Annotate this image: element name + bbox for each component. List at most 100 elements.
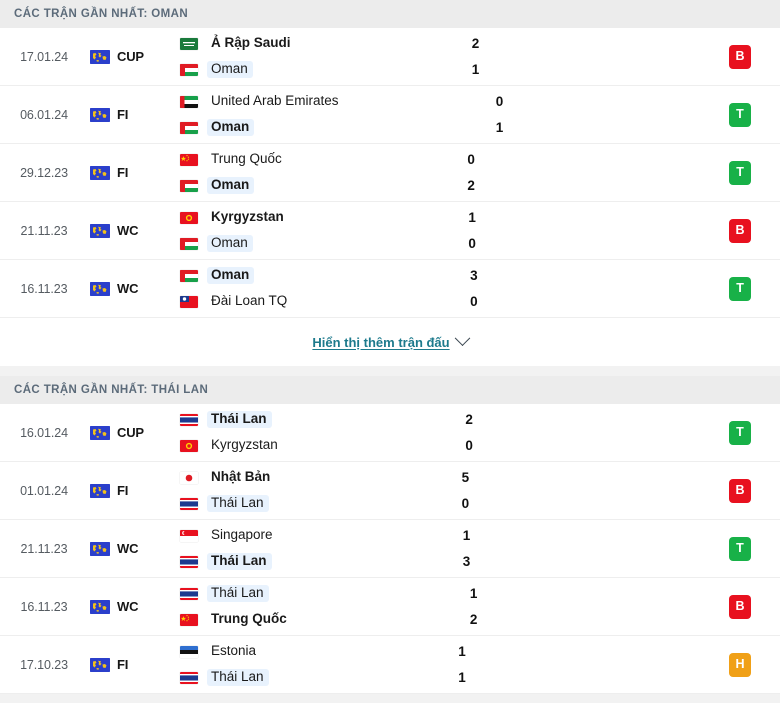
table-row[interactable]: 17.10.23 FI Estonia Thái Lan 1 1 H: [0, 636, 780, 694]
score-cell: 01: [462, 93, 582, 136]
away-team-name: Oman: [207, 177, 255, 194]
flag-icon-china: [180, 613, 198, 626]
table-row[interactable]: 16.11.23 WC Oman Đài Loan TQ 3 0 T: [0, 260, 780, 318]
home-team[interactable]: Thái Lan: [180, 411, 431, 428]
competition-cell[interactable]: FI: [88, 107, 172, 122]
recent-matches-section-thailan: CÁC TRẬN GẦN NHẤT: THÁI LAN 16.01.24 CUP …: [0, 376, 780, 694]
home-team[interactable]: Kyrgyzstan: [180, 209, 434, 226]
competition-label: WC: [117, 281, 139, 296]
world-cup-globe-icon: [90, 425, 110, 440]
world-cup-globe-icon: [90, 541, 110, 556]
home-team[interactable]: Ả Rập Saudi: [180, 35, 438, 52]
score-cell: 02: [433, 151, 553, 194]
home-team[interactable]: Singapore: [180, 527, 429, 544]
competition-label: FI: [117, 657, 129, 672]
match-date: 16.01.24: [20, 425, 68, 440]
home-team[interactable]: Thái Lan: [180, 585, 436, 602]
home-team-name: Singapore: [211, 527, 273, 542]
home-team[interactable]: Estonia: [180, 643, 424, 660]
status-badge: T: [729, 536, 751, 561]
table-row[interactable]: 17.01.24 CUP Ả Rập Saudi Oman 2 1 B: [0, 28, 780, 86]
table-row[interactable]: 29.12.23 FI Trung Quốc Oman 0 2 T: [0, 144, 780, 202]
result-cell: T: [700, 160, 780, 185]
world-cup-globe-icon: [90, 281, 110, 296]
home-team[interactable]: United Arab Emirates: [180, 93, 462, 110]
away-team-name: Đài Loan TQ: [211, 293, 288, 308]
table-row[interactable]: 16.11.23 WC Thái Lan Trung Quốc 1 2 B: [0, 578, 780, 636]
competition-cell[interactable]: WC: [88, 599, 172, 614]
match-date: 17.01.24: [20, 49, 68, 64]
flag-icon-thailand: [180, 587, 198, 600]
show-more-container: Hiển thị thêm trận đấu: [0, 318, 780, 366]
home-score: 3: [470, 268, 478, 283]
match-date: 01.01.24: [20, 483, 68, 498]
home-score: 1: [462, 528, 471, 543]
flag-icon-thailand: [180, 413, 198, 426]
home-score: 1: [469, 586, 478, 601]
away-team-name: Thái Lan: [207, 495, 269, 512]
teams-cell: Thái Lan Trung Quốc: [172, 585, 436, 628]
away-team[interactable]: Oman: [180, 177, 433, 194]
flag-icon-oman: [180, 63, 198, 76]
home-team[interactable]: Nhật Bản: [180, 469, 428, 486]
teams-cell: Singapore Thái Lan: [172, 527, 429, 570]
competition-cell[interactable]: CUP: [88, 425, 172, 440]
competition-cell[interactable]: CUP: [88, 49, 172, 64]
teams-cell: Trung Quốc Oman: [172, 151, 433, 194]
table-row[interactable]: 16.01.24 CUP Thái Lan Kyrgyzstan 2 0 T: [0, 404, 780, 462]
home-team[interactable]: Oman: [180, 267, 436, 284]
table-row[interactable]: 21.11.23 WC Singapore Thái Lan 1 3 T: [0, 520, 780, 578]
away-team[interactable]: Thái Lan: [180, 495, 428, 512]
world-cup-globe-icon: [90, 599, 110, 614]
away-team[interactable]: Thái Lan: [180, 669, 424, 686]
away-team[interactable]: Oman: [180, 235, 434, 252]
table-row[interactable]: 06.01.24 FI United Arab Emirates Oman 0 1 T: [0, 86, 780, 144]
score-cell: 10: [434, 209, 554, 252]
home-team-name: Ả Rập Saudi: [211, 35, 291, 50]
score-cell: 50: [428, 469, 548, 512]
home-team-name: Nhật Bản: [211, 469, 271, 484]
status-badge: B: [729, 478, 752, 503]
competition-cell[interactable]: FI: [88, 657, 172, 672]
flag-icon-singapore: [180, 529, 198, 542]
flag-icon-thailand: [180, 497, 198, 510]
status-badge: B: [729, 594, 751, 619]
recent-matches-section-oman: CÁC TRẬN GẦN NHẤT: OMAN 17.01.24 CUP Ả Rậ…: [0, 0, 780, 366]
show-more-matches-link[interactable]: Hiển thị thêm trận đấu: [312, 335, 449, 350]
home-score: 0: [495, 94, 504, 109]
away-team-name: Trung Quốc: [211, 611, 287, 626]
flag-icon-thailand: [180, 671, 198, 684]
away-team[interactable]: Đài Loan TQ: [180, 293, 436, 310]
match-date: 16.11.23: [20, 599, 68, 614]
competition-label: FI: [117, 165, 129, 180]
flag-icon-thailand: [180, 555, 198, 568]
away-score: 0: [470, 294, 478, 309]
competition-label: CUP: [117, 49, 144, 64]
table-row[interactable]: 01.01.24 FI Nhật Bản Thái Lan 5 0 B: [0, 462, 780, 520]
away-team[interactable]: Kyrgyzstan: [180, 437, 431, 454]
chevron-down-icon[interactable]: [454, 329, 470, 346]
result-cell: T: [700, 276, 780, 301]
competition-cell[interactable]: FI: [88, 165, 172, 180]
away-team-name: Oman: [207, 235, 253, 252]
competition-cell[interactable]: WC: [88, 541, 172, 556]
away-team[interactable]: Trung Quốc: [180, 611, 436, 628]
match-date: 29.12.23: [20, 165, 68, 180]
home-team[interactable]: Trung Quốc: [180, 151, 433, 168]
competition-cell[interactable]: FI: [88, 483, 172, 498]
away-team[interactable]: Oman: [180, 61, 438, 78]
teams-cell: Oman Đài Loan TQ: [172, 267, 436, 310]
home-score: 2: [471, 36, 480, 51]
score-cell: 12: [436, 585, 556, 628]
result-cell: T: [700, 536, 780, 561]
flag-icon-taiwan: [180, 295, 198, 308]
competition-label: WC: [117, 223, 139, 238]
away-score: 1: [471, 62, 480, 77]
teams-cell: Ả Rập Saudi Oman: [172, 35, 438, 78]
table-row[interactable]: 21.11.23 WC Kyrgyzstan Oman 1 0 B: [0, 202, 780, 260]
away-team[interactable]: Oman: [180, 119, 462, 136]
result-cell: T: [700, 420, 780, 445]
competition-cell[interactable]: WC: [88, 281, 172, 296]
competition-cell[interactable]: WC: [88, 223, 172, 238]
away-team[interactable]: Thái Lan: [180, 553, 429, 570]
